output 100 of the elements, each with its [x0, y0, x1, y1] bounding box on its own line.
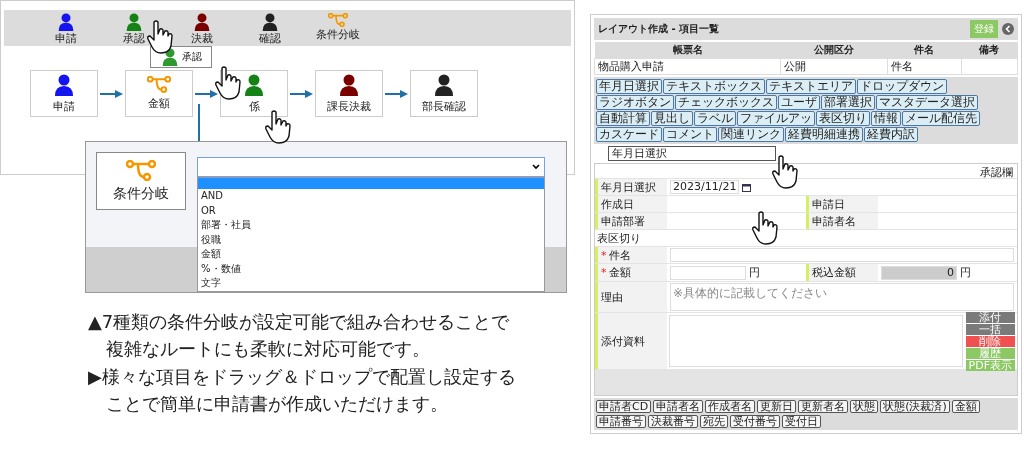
field-tag[interactable]: 金額 — [951, 400, 980, 413]
field-label: 申請者名 — [806, 213, 878, 229]
condition-select[interactable] — [197, 157, 545, 177]
amount-field[interactable] — [670, 265, 746, 280]
branch-icon — [147, 76, 171, 93]
field-tag[interactable]: 更新者名 — [798, 400, 849, 413]
attachment-button[interactable]: 添付 — [965, 311, 1015, 323]
arrow — [98, 88, 125, 99]
unit-label: 円 — [749, 265, 760, 280]
field-type-button[interactable]: 部署選択 — [821, 95, 875, 110]
person-icon — [125, 13, 143, 31]
caption-text: ▶様々な項目をドラッグ＆ドロップで配置し設定することで簡単に申請書が作成いただけます。 — [88, 365, 517, 416]
field-tag[interactable]: 更新日 — [757, 400, 797, 413]
unit-label: 円 — [960, 265, 971, 280]
field-type-button[interactable]: 表区切り — [816, 111, 870, 126]
caption-text: ▲7種類の条件分岐が設定可能で組み合わせることで複雑なルートにも柔軟に対応可能です。 — [88, 310, 511, 361]
palette-item[interactable]: 申請 — [55, 31, 77, 46]
field-tag[interactable]: 宛先 — [700, 415, 728, 428]
dragged-node[interactable]: 承認 — [150, 46, 212, 68]
dropdown-option[interactable]: 部署・社員 — [198, 218, 544, 233]
field-type-button[interactable]: ユーザ — [778, 95, 820, 110]
field-tag[interactable]: 受付番号 — [730, 415, 780, 428]
field-type-button[interactable]: 情報 — [871, 111, 901, 126]
field-type-button[interactable]: テキストエリア — [766, 79, 856, 94]
flow-node[interactable]: 部長確認 — [410, 70, 478, 117]
field-type-button[interactable]: メール配信先 — [902, 111, 980, 126]
field-tag[interactable]: 作成者名 — [705, 400, 756, 413]
flow-node[interactable]: 申請 — [30, 70, 98, 117]
field-type-button[interactable]: マスタデータ選択 — [876, 95, 978, 110]
table-cell: 物品購入申請 — [594, 58, 781, 75]
field-tag[interactable]: 申請番号 — [596, 415, 646, 428]
field-type-button[interactable]: ドロップダウン — [857, 79, 947, 94]
column-header: 公開区分 — [780, 42, 888, 59]
person-icon — [261, 13, 279, 31]
arrow — [383, 88, 410, 99]
connector-line — [198, 104, 200, 142]
branch-icon — [126, 159, 156, 181]
field-type-button[interactable]: 経費内訳 — [864, 127, 918, 142]
field-type-button[interactable]: ラジオボタン — [596, 95, 674, 110]
field-tag[interactable]: 受付日 — [782, 415, 821, 428]
column-header: 備考 — [961, 42, 1018, 59]
field-tag[interactable]: 決裁番号 — [648, 415, 698, 428]
field-type-button[interactable]: 見出し — [651, 111, 693, 126]
table-cell: 件名 — [887, 58, 962, 75]
flow-node[interactable]: 課長決裁 — [315, 70, 383, 117]
field-type-button[interactable]: ファイルアッ — [737, 111, 815, 126]
field-type-button[interactable]: 経費明細連携 — [785, 127, 863, 142]
calendar-icon[interactable] — [742, 182, 752, 192]
field-tag[interactable]: 申請者名 — [653, 400, 704, 413]
branch-icon — [328, 13, 348, 27]
dropdown-option[interactable]: AND — [198, 189, 544, 204]
arrow — [193, 88, 220, 99]
text-field[interactable] — [670, 248, 1014, 262]
column-header: 帳票名 — [594, 42, 781, 59]
table-cell: 公開 — [780, 58, 888, 75]
person-icon — [193, 13, 211, 31]
flow-node[interactable]: 金額 — [125, 70, 193, 117]
palette-item[interactable]: 承認 — [123, 31, 145, 46]
chevron-icon — [532, 164, 540, 170]
person-icon — [338, 73, 360, 96]
attachment-button[interactable]: 一括 — [965, 323, 1015, 335]
dropdown-option[interactable]: %・数値 — [198, 261, 544, 276]
dropdown-option[interactable]: 金額 — [198, 247, 544, 262]
field-type-button[interactable]: テキストボックス — [663, 79, 765, 94]
field-type-button[interactable]: 関連リンク — [718, 127, 784, 142]
dropdown-option[interactable]: 役職 — [198, 232, 544, 247]
column-header: 件名 — [887, 42, 962, 59]
hand-cursor-icon — [146, 20, 174, 54]
palette-item[interactable]: 決裁 — [191, 31, 213, 46]
reason-textarea[interactable]: ※具体的に記載してください — [670, 283, 1014, 311]
hand-cursor-icon — [214, 66, 242, 100]
field-label: 年月日選択 — [595, 179, 667, 195]
field-label: 税込金額 — [806, 264, 878, 281]
palette-item[interactable]: 確認 — [259, 31, 281, 46]
date-field[interactable]: 2023/11/21 — [670, 180, 740, 194]
field-tag[interactable]: 状態 — [850, 400, 879, 413]
dragged-field[interactable]: 年月日選択 — [608, 146, 776, 161]
back-icon[interactable] — [1002, 23, 1014, 35]
dropdown-option[interactable]: OR — [198, 203, 544, 218]
field-label: 添付資料 — [595, 313, 667, 369]
person-icon — [57, 13, 75, 31]
field-type-button[interactable]: カスケード — [596, 127, 662, 142]
field-type-button[interactable]: コメント — [663, 127, 717, 142]
attachment-box[interactable] — [669, 315, 963, 367]
field-label: * 件名 — [595, 247, 667, 263]
field-tag[interactable]: 申請者CD — [596, 400, 652, 413]
field-type-button[interactable]: 自動計算 — [596, 111, 650, 126]
total-field: 0 — [881, 265, 957, 280]
dropdown-option[interactable]: 文字 — [198, 276, 544, 291]
field-tag[interactable]: 状態(決裁済) — [880, 400, 950, 413]
attachment-button[interactable]: 削除 — [965, 335, 1015, 347]
palette-item[interactable]: 条件分岐 — [316, 27, 360, 42]
person-icon — [53, 73, 75, 96]
panel-title: レイアウト作成 - 項目一覧 — [598, 22, 721, 36]
person-icon — [160, 48, 179, 66]
person-icon — [433, 73, 455, 96]
field-type-button[interactable]: チェックボックス — [675, 95, 777, 110]
approval-label: 承認欄 — [980, 166, 1013, 179]
field-type-button[interactable]: 年月日選択 — [596, 79, 662, 94]
field-type-button[interactable]: ラベル — [694, 111, 736, 126]
